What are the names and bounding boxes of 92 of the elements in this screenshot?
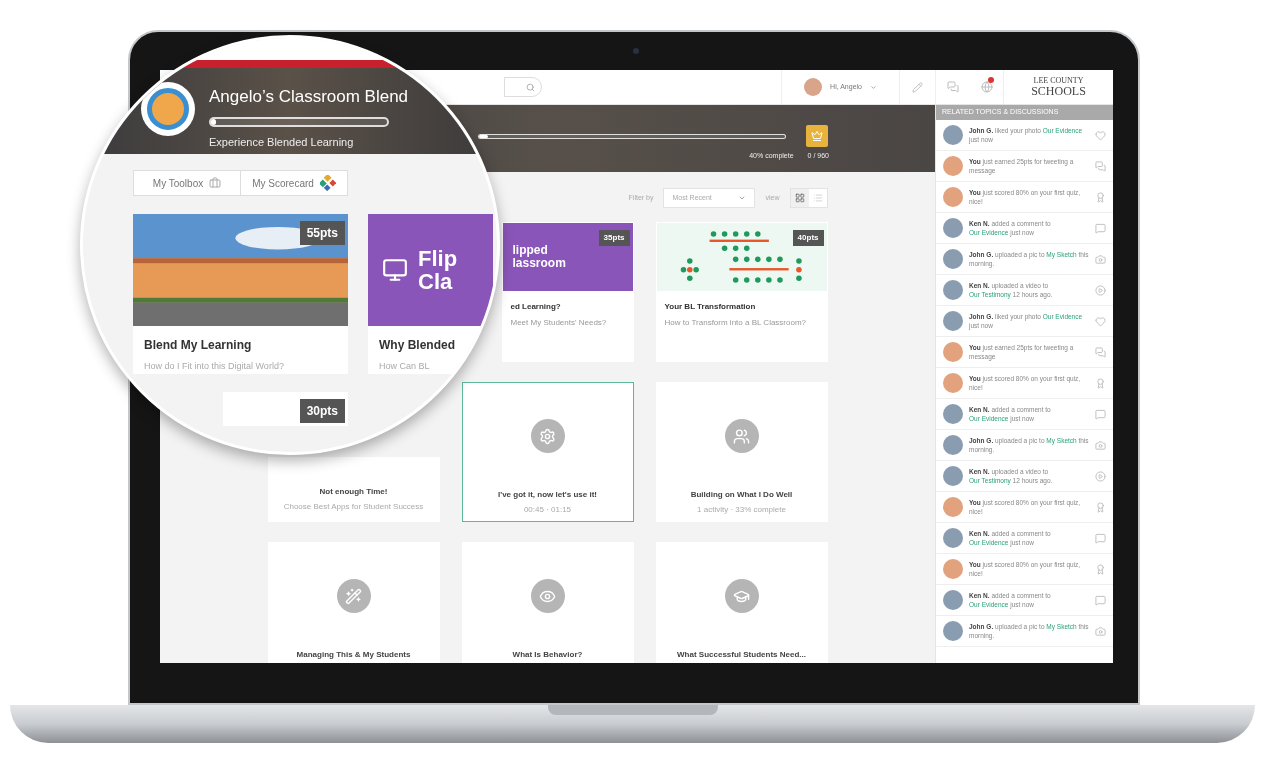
tool-button[interactable]: My Toolbox xyxy=(134,171,240,195)
points-badge: 40pts xyxy=(792,230,824,246)
comment-icon xyxy=(1095,222,1106,234)
caret-icon xyxy=(738,194,747,202)
activity-card[interactable]: I've got it, now let's use it! 00:45 · 01:15 xyxy=(461,382,634,522)
heart-icon xyxy=(1095,315,1106,327)
avatar xyxy=(943,373,963,393)
card-subtitle: 00:45 · 01:15 xyxy=(523,504,572,516)
image-title: lipped lassroom xyxy=(512,244,566,270)
heart-icon xyxy=(1095,129,1106,141)
avatar xyxy=(943,187,963,207)
avatar xyxy=(804,78,823,96)
toolbox-icon xyxy=(209,177,222,189)
avatar xyxy=(943,280,963,300)
course-card[interactable]: 40pts Your BL Transformation How to Transform into a BL Classroom? xyxy=(655,222,828,362)
award-icon xyxy=(1095,191,1106,203)
card-subtitle: How to Transform into a BL Classroom? xyxy=(664,317,808,329)
avatar xyxy=(943,497,963,517)
search-icon xyxy=(526,82,535,92)
card-title: Blend My Learning xyxy=(144,337,253,354)
comment-icon xyxy=(1095,408,1106,420)
play-icon xyxy=(1095,284,1106,296)
points-badge: 55pts xyxy=(299,221,345,245)
activity-card[interactable]: What Is Behavior? xyxy=(461,542,634,663)
course-card[interactable]: 30pts xyxy=(223,392,348,426)
card-subtitle: Choose Best Apps for Student Success xyxy=(283,501,424,513)
scorecard-icon xyxy=(319,175,336,191)
card-subtitle: How do I Fit into this Digital World? xyxy=(144,360,285,373)
avatar xyxy=(943,590,963,610)
avatar xyxy=(943,125,963,145)
avatar xyxy=(943,218,963,238)
activity-card[interactable]: What Successful Students Need... xyxy=(655,542,828,663)
avatar xyxy=(943,466,963,486)
avatar xyxy=(943,342,963,362)
grid-view-button[interactable] xyxy=(790,189,809,207)
avatar xyxy=(943,404,963,424)
monitor-icon xyxy=(382,257,408,283)
avatar xyxy=(943,311,963,331)
activity-card[interactable]: Managing This & My Students xyxy=(267,542,440,663)
card-title: ed Learning? xyxy=(510,301,562,313)
chat-bubbles-icon xyxy=(1095,160,1106,172)
pencil-icon xyxy=(912,81,923,93)
course-title: Angelo’s Classroom Blend xyxy=(209,86,409,108)
card-title: Building on What I Do Well xyxy=(690,489,793,501)
caret-icon xyxy=(870,83,877,91)
card-subtitle: How Can BL xyxy=(379,360,431,373)
globe-icon xyxy=(980,81,993,93)
camera-icon xyxy=(1095,625,1106,637)
chat-bubbles-icon xyxy=(1095,346,1106,358)
avatar xyxy=(943,528,963,548)
crown-icon xyxy=(811,130,823,142)
tool-button[interactable]: My Scorecard xyxy=(240,171,347,195)
award-icon xyxy=(1095,377,1106,389)
avatar xyxy=(943,559,963,579)
card-subtitle: Meet My Students' Needs? xyxy=(510,317,608,329)
grid-icon xyxy=(794,193,805,203)
camera-icon xyxy=(1095,253,1106,265)
course-card[interactable]: Flip Cla Why Blended How Can BL xyxy=(368,214,493,374)
course-subtitle: Experience Blended Learning xyxy=(209,134,354,150)
card-title: Why Blended xyxy=(379,337,456,354)
avatar xyxy=(943,435,963,455)
card-title: I've got it, now let's use it! xyxy=(498,489,597,501)
head-logo-icon xyxy=(141,82,195,136)
camera-icon xyxy=(1095,439,1106,451)
card-title: Your BL Transformation xyxy=(664,301,757,313)
image-title: Flip Cla xyxy=(418,246,458,294)
comment-icon xyxy=(1095,532,1106,544)
card-title: What Successful Students Need... xyxy=(677,649,806,661)
play-icon xyxy=(1095,470,1106,482)
webcam-icon xyxy=(633,48,639,54)
points-badge: 30pts xyxy=(299,399,345,423)
avatar xyxy=(943,156,963,176)
comment-icon xyxy=(1095,594,1106,606)
activity-card[interactable]: Building on What I Do Well 1 activity · 33% complete xyxy=(655,382,828,522)
award-icon xyxy=(1095,563,1106,575)
course-card[interactable]: 55pts Blend My Learning How do I Fit into this Digital World? xyxy=(133,214,348,374)
avatar xyxy=(943,621,963,641)
card-title: Managing This & My Students xyxy=(296,649,411,661)
card-title: Not enough Time! xyxy=(319,486,388,498)
avatar xyxy=(943,249,963,269)
activity-card[interactable]: Not enough Time! Choose Best Apps for Student Success xyxy=(267,457,440,522)
wand-icon xyxy=(345,587,362,605)
gear-icon xyxy=(539,427,556,445)
points-badge: 35pts xyxy=(598,230,630,246)
card-subtitle: 1 activity · 33% complete xyxy=(697,504,786,516)
school-logo: LEE COUNTY SCHOOLS xyxy=(1030,77,1087,97)
people-icon xyxy=(733,427,750,445)
list-icon xyxy=(812,193,823,203)
chat-bubbles-icon xyxy=(947,81,959,93)
award-icon xyxy=(1095,501,1106,513)
course-card[interactable]: lipped lassroom 35pts ed Learning? Meet My Students' Needs? xyxy=(501,222,634,362)
card-title: What Is Behavior? xyxy=(512,649,583,661)
